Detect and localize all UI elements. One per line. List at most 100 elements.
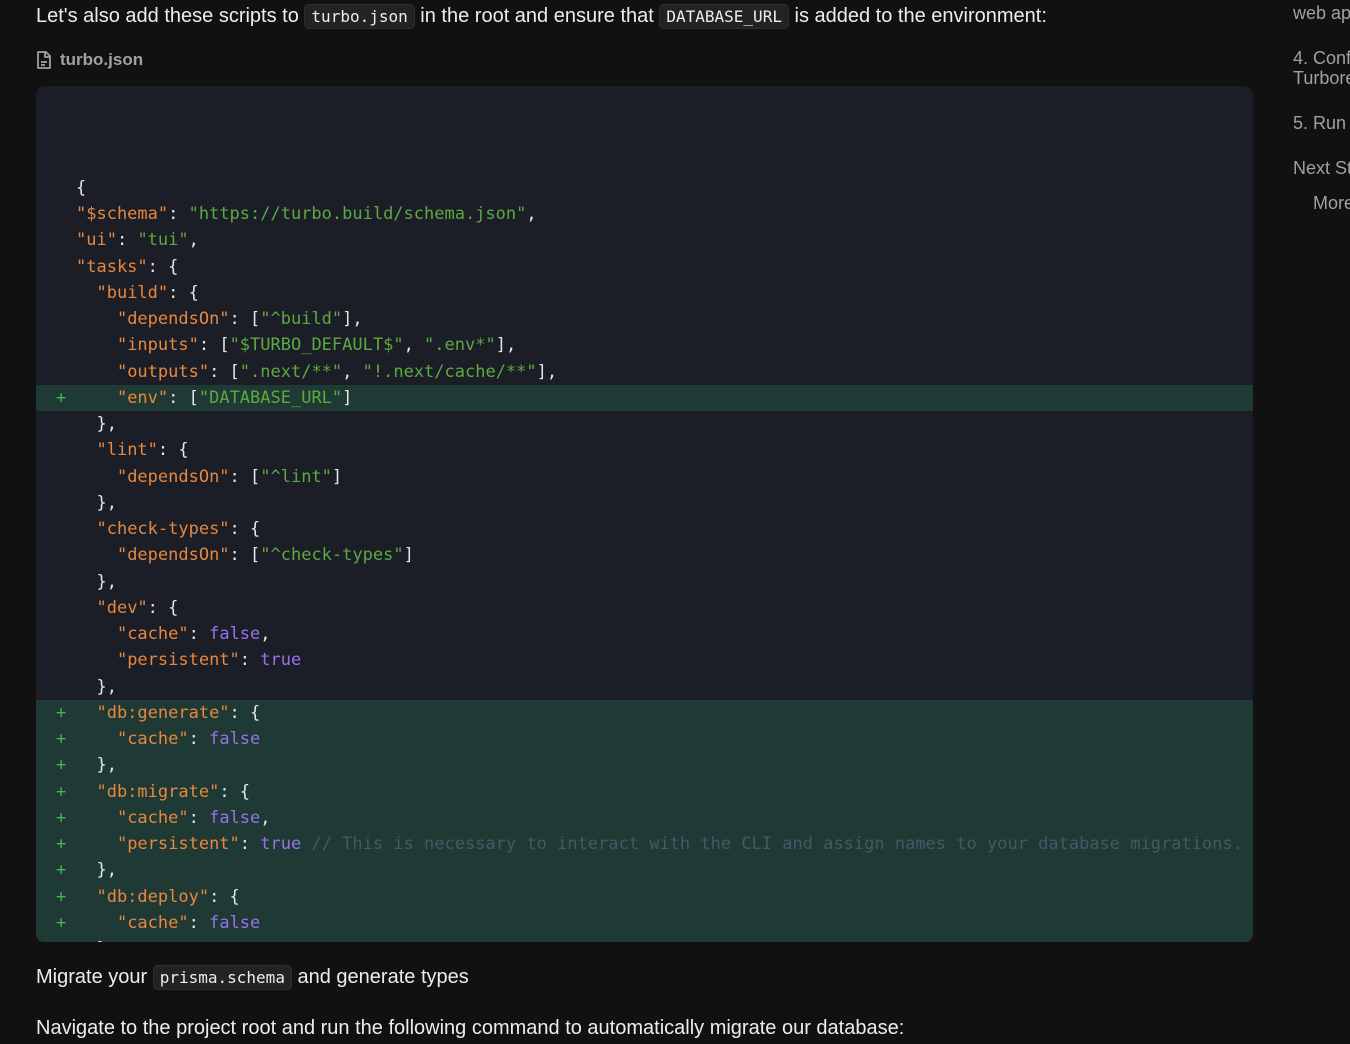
code-token: "$TURBO_DEFAULT$" (229, 335, 404, 356)
code-line-added: + }, (36, 857, 1253, 884)
code-token: : (116, 230, 138, 251)
code-line: }, (36, 411, 1253, 437)
code-token: "inputs" (116, 335, 199, 356)
intro-paragraph: Let's also add these scripts to turbo.js… (36, 2, 1047, 31)
code-line-added: + "db:generate": { (36, 699, 1253, 727)
code-token: }, (76, 571, 117, 592)
code-line: "lint": { (36, 437, 1253, 463)
code-line: "cache": false, (36, 621, 1253, 647)
code-line: "ui": "tui", (36, 227, 1253, 253)
code-token: false (209, 807, 261, 828)
code-token: "cache" (116, 729, 189, 750)
code-line: "$schema": "https://turbo.build/schema.j… (36, 201, 1253, 227)
code-token: "dev" (96, 597, 148, 618)
toc-item[interactable]: 5. Run (1293, 113, 1346, 134)
toc-item[interactable]: web ap (1293, 3, 1350, 24)
code-line-content: "dependsOn": ["^lint"] (76, 464, 1253, 490)
code-line-added: + } (36, 936, 1253, 942)
code-token: "persistent" (116, 834, 240, 855)
intro-text: Let's also add these scripts to (36, 5, 305, 27)
code-token: : { (168, 282, 199, 303)
code-token: true (260, 834, 302, 855)
code-file-name: turbo.json (60, 50, 144, 69)
file-icon (37, 51, 51, 69)
code-line-content: { (76, 175, 1253, 201)
code-token: "lint" (96, 440, 158, 461)
code-token: "^lint" (260, 466, 332, 487)
code-line-content: }, (76, 752, 1253, 778)
code-token: "dependsOn" (116, 545, 230, 566)
code-token: "check-types" (96, 519, 230, 540)
code-token: , (188, 230, 199, 251)
code-token: false (209, 912, 261, 933)
code-file-header: turbo.json (36, 50, 143, 70)
code-line-content: "inputs": ["$TURBO_DEFAULT$", ".env*"], (76, 332, 1253, 358)
code-token: , (342, 361, 363, 382)
diff-added-marker: + (56, 702, 67, 723)
code-line-content: }, (76, 857, 1253, 883)
inline-code-turbo-json: turbo.json (304, 4, 415, 29)
migrate-paragraph: Migrate your prisma.schema and generate … (36, 963, 469, 992)
code-token: // This is necessary to interact with th… (311, 834, 1243, 855)
code-token: ".next/**" (239, 361, 343, 382)
code-token: : [ (229, 466, 261, 487)
toc-item[interactable]: 4. Conf (1293, 48, 1350, 69)
code-line: "dependsOn": ["^build"], (36, 306, 1253, 332)
code-token: { (76, 177, 87, 198)
code-line: "tasks": { (36, 254, 1253, 280)
diff-added-marker: + (56, 860, 67, 881)
code-token: : { (147, 597, 179, 618)
code-block[interactable]: { "$schema": "https://turbo.build/schema.… (36, 86, 1253, 942)
code-token: : [ (209, 361, 240, 382)
code-line: "persistent": true (36, 647, 1253, 673)
code-token: "!.next/cache/**" (362, 361, 537, 382)
code-line: "build": { (36, 280, 1253, 306)
toc-item[interactable]: More (1313, 193, 1350, 214)
inline-code-prisma-schema: prisma.schema (152, 965, 292, 990)
code-line-content: "cache": false (76, 910, 1253, 936)
code-token: "^build" (260, 309, 343, 330)
code-token: : [ (229, 309, 261, 330)
diff-added-marker: + (56, 781, 67, 802)
navigate-paragraph: Navigate to the project root and run the… (36, 1017, 905, 1039)
code-token: "persistent" (116, 650, 240, 671)
toc-item[interactable]: Turbore (1293, 68, 1350, 89)
toc-item[interactable]: Next St (1293, 158, 1350, 179)
code-line-content: "db:migrate": { (76, 779, 1253, 805)
code-token: : (188, 912, 210, 933)
code-token: : (168, 204, 189, 225)
code-line-content: "ui": "tui", (76, 227, 1253, 253)
inline-code-database-url: DATABASE_URL (659, 4, 789, 29)
code-token: "https://turbo.build/schema.json" (188, 204, 527, 225)
code-line-added: + "cache": false, (36, 804, 1253, 832)
code-token: : (239, 834, 261, 855)
diff-added-marker: + (56, 834, 67, 855)
code-token: ".env*" (424, 335, 496, 356)
code-token: : { (229, 519, 261, 540)
code-token: ], (342, 309, 363, 330)
code-token: : (188, 624, 210, 645)
diff-added-marker: + (56, 387, 67, 408)
diff-added-marker: + (56, 912, 67, 933)
code-token: "$schema" (76, 204, 169, 225)
code-line-content: "dev": { (76, 595, 1253, 621)
code-line-added: + "cache": false (36, 909, 1253, 937)
code-line-added: + }, (36, 752, 1253, 779)
diff-added-marker: + (56, 936, 70, 942)
code-token: : (188, 729, 210, 750)
code-token: "build" (96, 282, 169, 303)
